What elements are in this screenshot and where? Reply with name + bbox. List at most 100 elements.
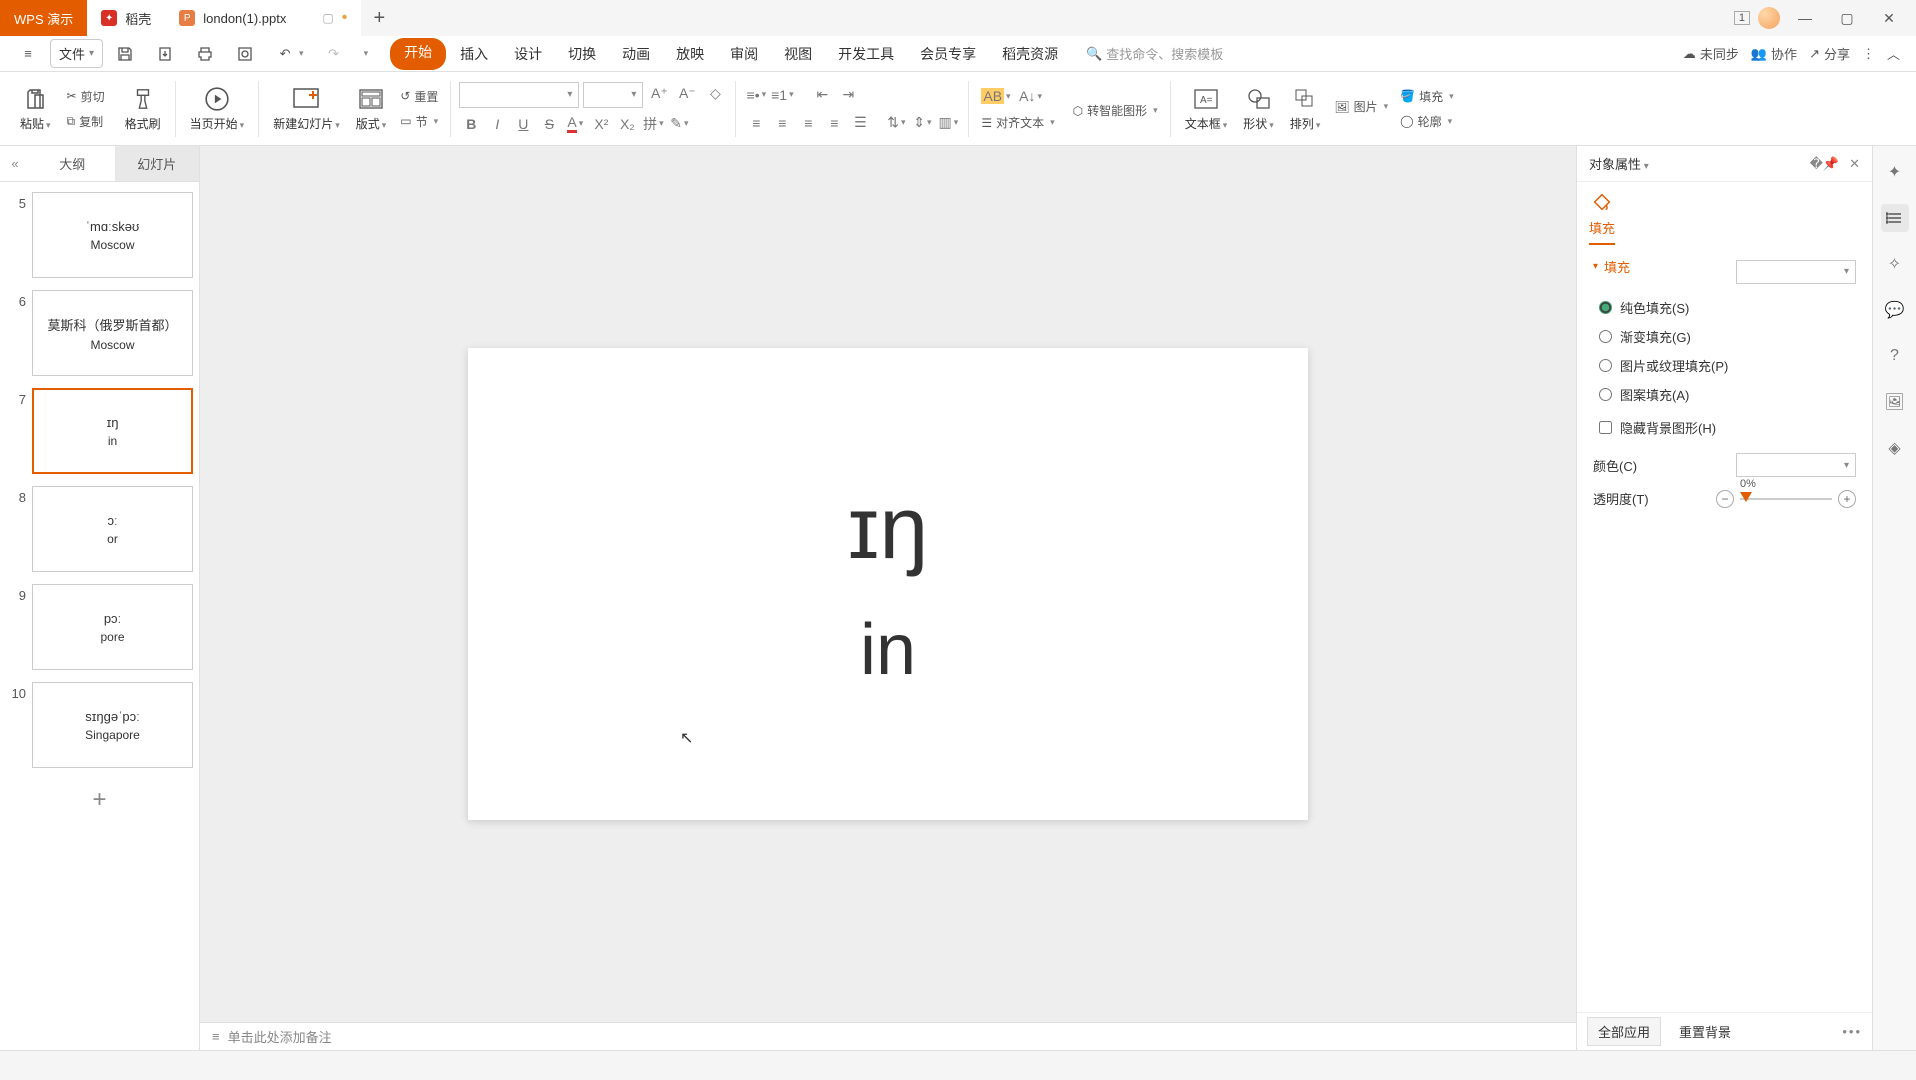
font-size-combo[interactable]: ▾ [583, 82, 643, 108]
app-tab-docer[interactable]: ✦ 稻壳 [87, 0, 165, 36]
strike-button[interactable]: S [537, 112, 561, 136]
numbering-button[interactable]: ≡1 [770, 83, 794, 107]
subscript-button[interactable]: X₂ [615, 112, 639, 136]
slide-thumb-10[interactable]: sɪŋgəˈpɔːSingapore [32, 682, 193, 768]
radio-pattern-fill[interactable]: 图案填充(A) [1599, 385, 1856, 404]
more-menu[interactable]: ⋮ [1862, 46, 1875, 62]
font-color-button[interactable]: A [563, 112, 587, 136]
document-tab[interactable]: P london(1).pptx ▢ • [165, 0, 361, 36]
italic-button[interactable]: I [485, 112, 509, 136]
check-hide-bg[interactable]: 隐藏背景图形(H) [1599, 418, 1856, 437]
ribbon-tab-7[interactable]: 视图 [772, 38, 824, 70]
rail-design-button[interactable]: ✧ [1881, 250, 1909, 278]
collab-button[interactable]: 👥协作 [1751, 44, 1797, 63]
align-left-button[interactable]: ≡ [744, 111, 768, 135]
rail-help-button[interactable]: ? [1881, 342, 1909, 370]
rail-resource-button[interactable]: 🖼 [1881, 388, 1909, 416]
opacity-slider[interactable]: 0% [1740, 498, 1832, 500]
ribbon-tab-2[interactable]: 设计 [502, 38, 554, 70]
pinyin-button[interactable]: 拼 [641, 112, 665, 136]
copy-button[interactable]: ⧉复制 [63, 111, 109, 132]
line-spacing-button[interactable]: ⇕ [910, 111, 934, 135]
tab-slides[interactable]: 幻灯片 [115, 146, 200, 181]
ribbon-tab-6[interactable]: 审阅 [718, 38, 770, 70]
increase-indent-button[interactable]: ⇥ [836, 83, 860, 107]
pin-icon[interactable]: �📌 [1810, 156, 1840, 172]
ribbon-tab-4[interactable]: 动画 [610, 38, 662, 70]
radio-picture-fill[interactable]: 图片或纹理填充(P) [1599, 356, 1856, 375]
window-count-badge[interactable]: 1 [1734, 11, 1750, 25]
font-combo[interactable]: ▾ [459, 82, 579, 108]
align-text-button[interactable]: ☰对齐文本 [977, 112, 1058, 133]
search-box[interactable]: 🔍 查找命令、搜索模板 [1086, 44, 1223, 63]
fill-preset-combo[interactable] [1736, 260, 1856, 284]
radio-solid-fill[interactable]: 纯色填充(S) [1599, 298, 1856, 317]
paste-button[interactable]: 粘贴 [14, 83, 57, 134]
sync-status[interactable]: ☁未同步 [1683, 44, 1739, 63]
hamburger-button[interactable]: ≡ [10, 40, 46, 68]
text-direction-button[interactable]: A↓ [1019, 84, 1043, 108]
play-from-current-button[interactable]: 当页开始 [184, 83, 251, 134]
opacity-decrease[interactable]: − [1716, 490, 1734, 508]
decrease-font-button[interactable]: A⁻ [675, 82, 699, 106]
tab-fill[interactable]: 填充 [1589, 190, 1615, 245]
fill-button[interactable]: 🪣填充 [1396, 86, 1458, 107]
share-button[interactable]: ↗分享 [1809, 44, 1850, 63]
rail-location-button[interactable]: ◈ [1881, 434, 1909, 462]
more-options-button[interactable]: ••• [1842, 1024, 1862, 1039]
color-combo[interactable] [1736, 453, 1856, 477]
decrease-indent-button[interactable]: ⇤ [810, 83, 834, 107]
export-button[interactable] [147, 40, 183, 68]
redo-button[interactable]: ↷ [316, 40, 352, 68]
vertical-align-button[interactable]: ⇅ [884, 111, 908, 135]
highlight-button[interactable]: ✎ [667, 112, 691, 136]
canvas-viewport[interactable]: ɪŋ in ↖ [200, 146, 1576, 1022]
format-painter-button[interactable]: 格式刷 [119, 83, 167, 134]
present-icon[interactable]: ▢ [322, 11, 333, 25]
close-panel-icon[interactable]: ✕ [1849, 156, 1860, 172]
reset-bg-button[interactable]: 重置背景 [1669, 1018, 1741, 1045]
section-button[interactable]: ▭节 [396, 111, 442, 132]
slide-thumb-9[interactable]: pɔːpore [32, 584, 193, 670]
collapse-panel-button[interactable]: « [0, 156, 30, 171]
slide-thumb-8[interactable]: ɔːor [32, 486, 193, 572]
panel-title[interactable]: 对象属性 [1589, 154, 1649, 173]
ribbon-tab-1[interactable]: 插入 [448, 38, 500, 70]
ribbon-tab-0[interactable]: 开始 [390, 38, 446, 70]
reset-button[interactable]: ↺重置 [396, 86, 442, 107]
close-button[interactable]: ✕ [1872, 0, 1906, 36]
notes-bar[interactable]: ≡ 单击此处添加备注 [200, 1022, 1576, 1050]
increase-font-button[interactable]: A⁺ [647, 82, 671, 106]
bold-button[interactable]: B [459, 112, 483, 136]
undo-button[interactable]: ↶▾ [267, 40, 312, 68]
underline-button[interactable]: U [511, 112, 535, 136]
rail-ai-button[interactable]: ✦ [1881, 158, 1909, 186]
radio-gradient-fill[interactable]: 渐变填充(G) [1599, 327, 1856, 346]
arrange-button[interactable]: 排列 [1284, 83, 1327, 134]
textbox-button[interactable]: A= 文本框 [1179, 83, 1234, 134]
minimize-button[interactable]: — [1788, 0, 1822, 36]
ribbon-tab-10[interactable]: 稻壳资源 [990, 38, 1070, 70]
outline-button[interactable]: ◯轮廓 [1396, 111, 1458, 132]
maximize-button[interactable]: ▢ [1830, 0, 1864, 36]
slider-thumb-icon[interactable] [1740, 492, 1752, 502]
shape-button[interactable]: 形状 [1237, 83, 1280, 134]
new-slide-button[interactable]: 新建幻灯片 [267, 83, 346, 134]
rail-comments-button[interactable]: 💬 [1881, 296, 1909, 324]
opacity-increase[interactable]: + [1838, 490, 1856, 508]
add-slide-button[interactable]: + [6, 780, 193, 820]
ribbon-tab-8[interactable]: 开发工具 [826, 38, 906, 70]
cut-button[interactable]: ✂剪切 [63, 86, 109, 107]
new-tab-button[interactable]: + [361, 0, 397, 36]
collapse-ribbon[interactable]: ︿ [1887, 44, 1900, 63]
ribbon-tab-3[interactable]: 切换 [556, 38, 608, 70]
save-button[interactable] [107, 40, 143, 68]
section-fill-toggle[interactable]: 填充 [1593, 257, 1630, 276]
align-distribute-button[interactable]: ☰ [848, 111, 872, 135]
print-preview-button[interactable] [227, 40, 263, 68]
bullets-button[interactable]: ≡• [744, 83, 768, 107]
clear-format-button[interactable]: ◇ [703, 82, 727, 106]
align-center-button[interactable]: ≡ [770, 111, 794, 135]
user-avatar[interactable] [1758, 7, 1780, 29]
tab-outline[interactable]: 大纲 [30, 146, 115, 181]
